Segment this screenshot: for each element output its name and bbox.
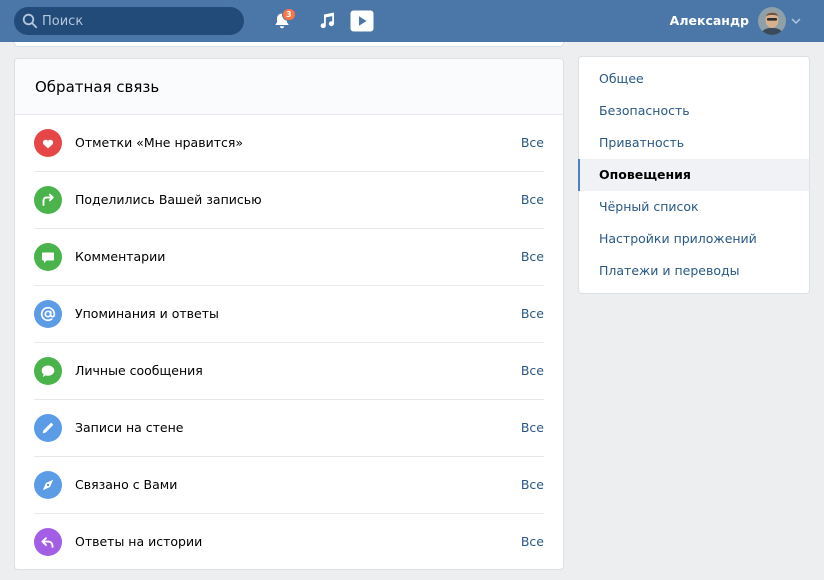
view-all-link[interactable]: Все: [521, 477, 544, 492]
message-icon: [34, 357, 62, 385]
item-label: Записи на стене: [75, 420, 184, 435]
item-label: Комментарии: [75, 249, 166, 264]
avatar[interactable]: [758, 7, 786, 35]
share-icon: [34, 186, 62, 214]
user-name[interactable]: Александр: [612, 13, 749, 28]
menu-item-general[interactable]: Общее: [579, 63, 809, 95]
mention-icon: [34, 300, 62, 328]
view-all-link[interactable]: Все: [521, 363, 544, 378]
comment-icon: [34, 243, 62, 271]
panel-header: Обратная связь: [15, 59, 563, 115]
list-item: Комментарии Все: [34, 229, 544, 286]
view-all-link[interactable]: Все: [521, 249, 544, 264]
view-all-link[interactable]: Все: [521, 534, 544, 549]
panel-title: Обратная связь: [35, 78, 160, 96]
feedback-panel: Обратная связь Отметки «Мне нравится» Вс…: [14, 58, 564, 570]
music-note-icon[interactable]: [317, 11, 337, 31]
list-item: Поделились Вашей записью Все: [34, 172, 544, 229]
reply-icon: [34, 528, 62, 556]
settings-menu: Общее Безопасность Приватность Оповещени…: [578, 56, 810, 294]
search-box[interactable]: [14, 7, 244, 35]
list-item: Отметки «Мне нравится» Все: [34, 115, 544, 172]
menu-item-blacklist[interactable]: Чёрный список: [579, 191, 809, 223]
previous-panel-edge: [14, 42, 564, 47]
list-item: Упоминания и ответы Все: [34, 286, 544, 343]
item-label: Поделились Вашей записью: [75, 192, 262, 207]
view-all-link[interactable]: Все: [521, 135, 544, 150]
video-play-icon[interactable]: [350, 10, 374, 32]
menu-item-app-settings[interactable]: Настройки приложений: [579, 223, 809, 255]
menu-item-privacy[interactable]: Приватность: [579, 127, 809, 159]
search-icon: [22, 13, 38, 29]
item-label: Связано с Вами: [75, 477, 178, 492]
view-all-link[interactable]: Все: [521, 192, 544, 207]
menu-item-payments[interactable]: Платежи и переводы: [579, 255, 809, 287]
notification-count-badge: 3: [282, 8, 296, 21]
item-label: Личные сообщения: [75, 363, 203, 378]
menu-item-notifications[interactable]: Оповещения: [578, 159, 809, 191]
view-all-link[interactable]: Все: [521, 306, 544, 321]
list-item: Ответы на истории Все: [34, 514, 544, 569]
heart-icon: [34, 129, 62, 157]
list-item: Связано с Вами Все: [34, 457, 544, 514]
item-label: Упоминания и ответы: [75, 306, 219, 321]
item-label: Отметки «Мне нравится»: [75, 135, 244, 150]
search-input[interactable]: [42, 7, 237, 35]
view-all-link[interactable]: Все: [521, 420, 544, 435]
menu-item-security[interactable]: Безопасность: [579, 95, 809, 127]
list-item: Личные сообщения Все: [34, 343, 544, 400]
feedback-list: Отметки «Мне нравится» Все Поделились Ва…: [15, 115, 563, 569]
top-bar: 3 Александр: [0, 0, 824, 42]
pencil-icon: [34, 414, 62, 442]
item-label: Ответы на истории: [75, 534, 203, 549]
compass-icon: [34, 471, 62, 499]
chevron-down-icon[interactable]: [791, 17, 801, 25]
list-item: Записи на стене Все: [34, 400, 544, 457]
